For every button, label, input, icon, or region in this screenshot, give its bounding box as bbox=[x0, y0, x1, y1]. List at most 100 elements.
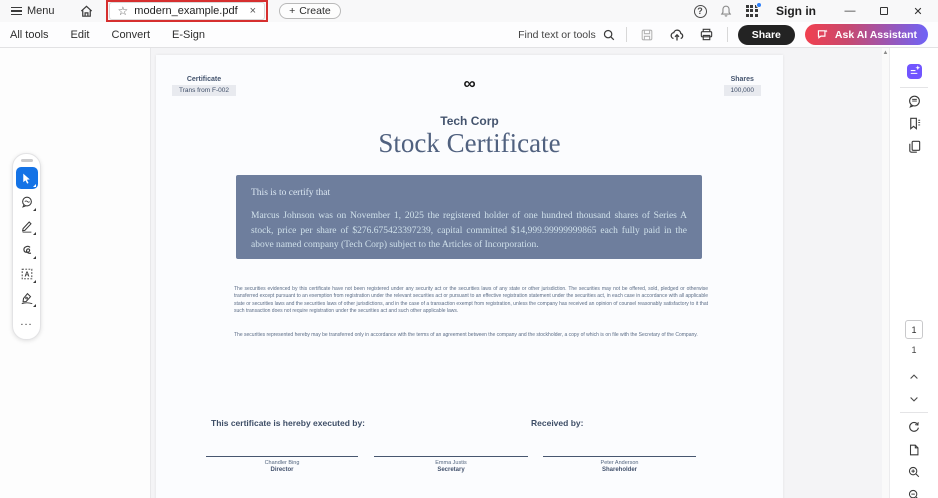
toolbar-separator bbox=[726, 27, 728, 42]
comments-panel-button[interactable] bbox=[903, 90, 925, 112]
page-total-label: 1 bbox=[911, 345, 917, 355]
acrobat-window: Menu ☆ modern_example.pdf × + Create ? S… bbox=[0, 0, 938, 498]
zoom-in-icon bbox=[908, 466, 920, 478]
minimize-button[interactable]: — bbox=[836, 1, 864, 21]
select-tool[interactable] bbox=[15, 167, 38, 189]
restore-icon bbox=[880, 7, 888, 15]
ai-assistant-icon bbox=[906, 63, 922, 79]
menu-button[interactable]: Menu bbox=[6, 3, 60, 19]
page-thumbnails-panel-button[interactable] bbox=[903, 135, 925, 157]
company-logo: ∞ bbox=[463, 74, 476, 93]
signer-name: Emma Justis bbox=[435, 460, 467, 466]
main-area: A ... Certificate Trans from F-002 ∞ Sha… bbox=[0, 48, 938, 498]
zoom-out-button[interactable] bbox=[903, 484, 925, 498]
shares-block: Shares 100,000 bbox=[723, 76, 761, 96]
toolbar: All tools Edit Convert E-Sign Find text … bbox=[0, 22, 938, 48]
legal-paragraph-1: The securities evidenced by this certifi… bbox=[234, 286, 708, 315]
restore-button[interactable] bbox=[870, 1, 898, 21]
ask-ai-button[interactable]: Ask AI Assistant bbox=[804, 24, 928, 45]
zoom-in-button[interactable] bbox=[903, 461, 925, 483]
window-close-button[interactable]: ✕ bbox=[904, 1, 932, 21]
comment-tool[interactable] bbox=[16, 191, 38, 213]
zoom-out-icon bbox=[908, 489, 918, 498]
rotate-page-button[interactable] bbox=[903, 416, 925, 438]
upload-cloud-icon bbox=[670, 29, 683, 40]
plus-icon: + bbox=[289, 5, 296, 17]
ai-chat-icon bbox=[817, 29, 828, 39]
document-tab-label: modern_example.pdf bbox=[134, 5, 238, 17]
highlight-tool[interactable] bbox=[16, 215, 38, 237]
titlebar-right: ? Sign in — ✕ bbox=[690, 1, 932, 21]
pdf-page: Certificate Trans from F-002 ∞ Shares 10… bbox=[156, 55, 783, 498]
scroll-up-arrow[interactable]: ▲ bbox=[882, 50, 889, 56]
more-tools-button[interactable]: ... bbox=[16, 311, 38, 333]
star-icon[interactable]: ☆ bbox=[118, 5, 129, 17]
sign-tool[interactable] bbox=[16, 287, 38, 309]
vertical-scrollbar[interactable]: ▲ bbox=[882, 48, 889, 498]
upload-cloud-button[interactable] bbox=[667, 25, 687, 45]
toolbar-right: Find text or tools Share Ask AI Assistan… bbox=[518, 24, 928, 45]
signer-role: Shareholder bbox=[601, 467, 637, 473]
ai-assistant-panel-button[interactable] bbox=[903, 60, 925, 82]
document-tab[interactable]: ☆ modern_example.pdf × bbox=[105, 0, 269, 22]
add-text-tool[interactable]: A bbox=[16, 263, 38, 285]
previous-page-button[interactable] bbox=[903, 366, 925, 388]
nav-convert[interactable]: Convert bbox=[112, 29, 151, 41]
page-number-input[interactable]: 1 bbox=[905, 320, 923, 339]
printer-icon bbox=[701, 28, 713, 41]
pen-nib-icon bbox=[21, 292, 32, 305]
signature-block-secretary: Emma Justis Secretary bbox=[374, 456, 528, 473]
share-button[interactable]: Share bbox=[737, 24, 795, 45]
signer-role: Secretary bbox=[437, 467, 465, 473]
cursor-icon bbox=[23, 173, 30, 184]
palette-drag-handle[interactable] bbox=[20, 159, 33, 162]
more-dots-icon: ... bbox=[20, 315, 33, 328]
chevron-down-icon bbox=[910, 397, 918, 402]
bell-icon bbox=[720, 5, 732, 17]
next-page-button[interactable] bbox=[903, 388, 925, 410]
rail-separator bbox=[900, 412, 928, 413]
text-box-icon: A bbox=[21, 268, 32, 280]
home-button[interactable] bbox=[74, 2, 99, 21]
certify-body: Marcus Johnson was on November 1, 2025 t… bbox=[251, 211, 687, 250]
toolbar-separator bbox=[625, 27, 627, 42]
bookmarks-panel-button[interactable] bbox=[903, 112, 925, 134]
signer-name: Chandler Bing bbox=[264, 460, 300, 466]
certificate-title: Stock Certificate bbox=[378, 128, 561, 158]
right-panel-rail: 1 1 bbox=[889, 48, 938, 498]
notifications-button[interactable] bbox=[716, 1, 736, 21]
print-button[interactable] bbox=[697, 25, 717, 45]
create-button[interactable]: + Create bbox=[279, 3, 341, 19]
comments-icon bbox=[908, 95, 920, 108]
page-view-icon bbox=[909, 444, 919, 456]
shares-value-badge: 100,000 bbox=[723, 85, 761, 96]
chevron-up-icon bbox=[910, 374, 918, 379]
titlebar: Menu ☆ modern_example.pdf × + Create ? S… bbox=[0, 0, 938, 22]
find-button[interactable]: Find text or tools bbox=[518, 28, 616, 42]
svg-text:A: A bbox=[24, 272, 29, 279]
shares-label: Shares bbox=[730, 76, 754, 83]
draw-squiggle-icon bbox=[22, 245, 31, 254]
apps-grid-button[interactable] bbox=[742, 1, 762, 21]
search-icon bbox=[603, 29, 614, 40]
find-label: Find text or tools bbox=[518, 28, 596, 41]
certify-intro: This is to certify that bbox=[251, 188, 331, 198]
tab-close-icon[interactable]: × bbox=[250, 5, 256, 17]
certify-box: This is to certify that Marcus Johnson w… bbox=[236, 175, 702, 259]
nav-esign[interactable]: E-Sign bbox=[172, 29, 205, 41]
nav-edit[interactable]: Edit bbox=[71, 29, 90, 41]
draw-tool[interactable] bbox=[16, 239, 38, 261]
help-button[interactable]: ? bbox=[690, 1, 710, 21]
document-canvas[interactable]: Certificate Trans from F-002 ∞ Shares 10… bbox=[150, 48, 882, 498]
signer-name: Peter Anderson bbox=[600, 460, 639, 466]
fit-page-button[interactable] bbox=[903, 439, 925, 461]
rotate-icon bbox=[909, 421, 919, 432]
executed-by-label: This certificate is hereby executed by: bbox=[211, 418, 366, 428]
apps-grid-icon bbox=[745, 1, 762, 18]
help-icon: ? bbox=[693, 4, 707, 18]
nav-all-tools[interactable]: All tools bbox=[10, 29, 49, 41]
save-button[interactable] bbox=[637, 25, 657, 45]
bookmark-icon bbox=[909, 117, 920, 130]
sign-in-button[interactable]: Sign in bbox=[776, 4, 816, 18]
signature-block-director: Chandler Bing Director bbox=[206, 456, 358, 473]
